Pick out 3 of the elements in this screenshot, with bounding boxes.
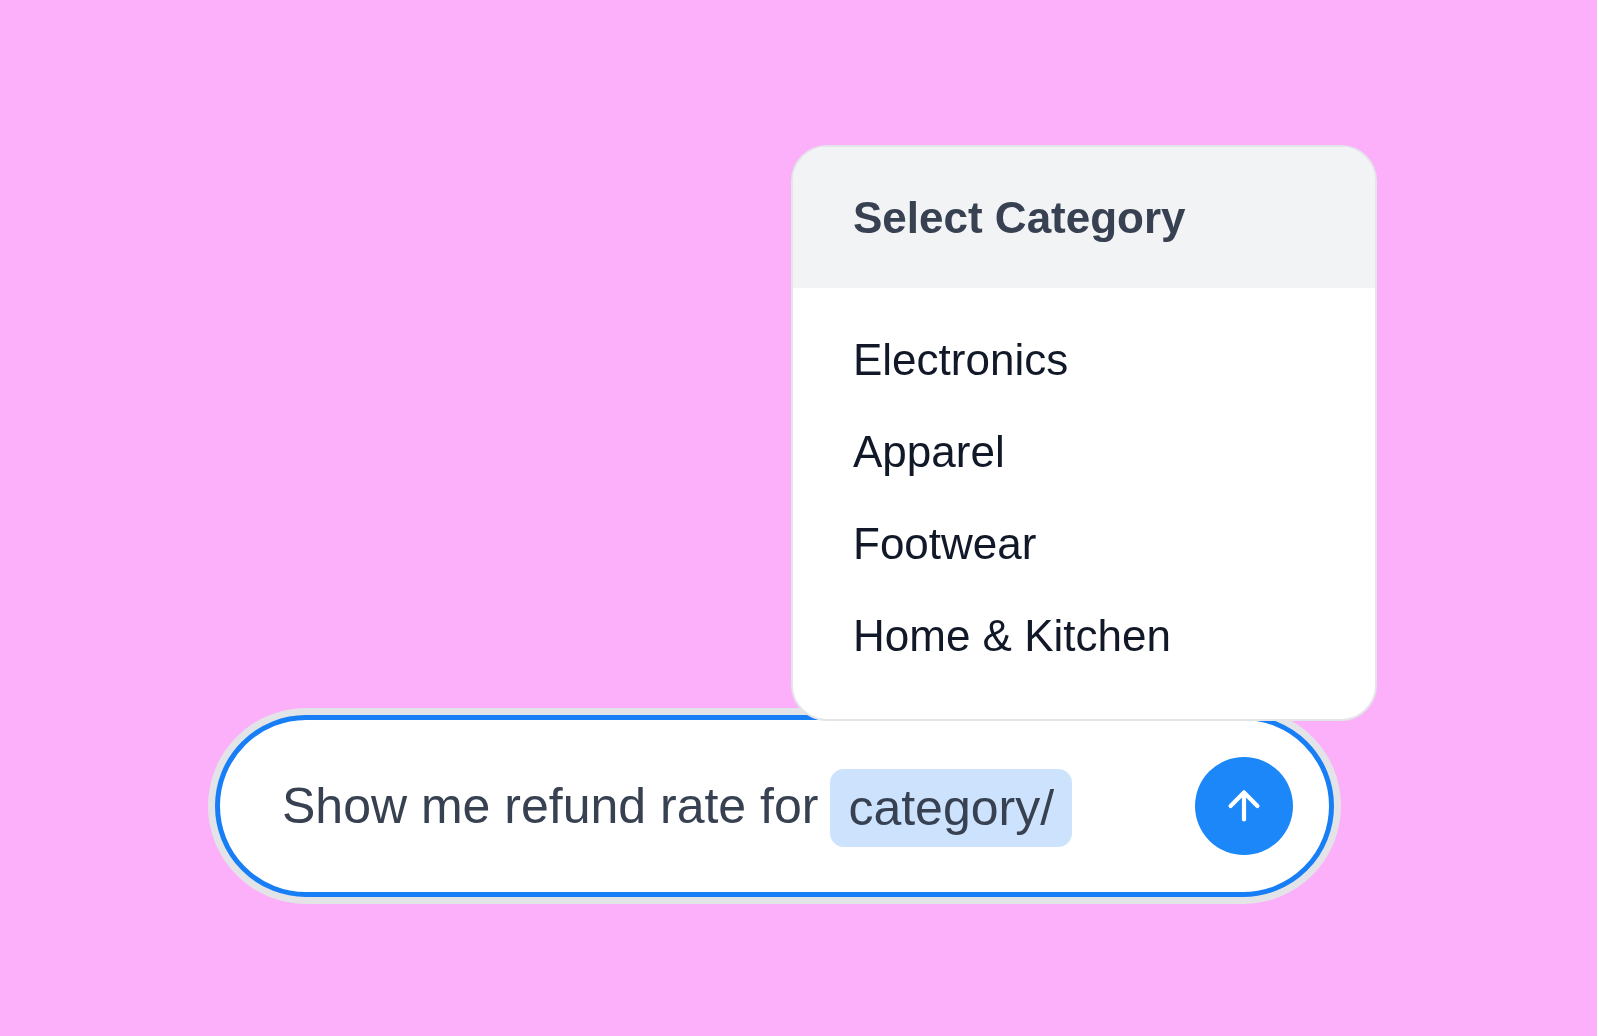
mention-token: category/ [830, 769, 1073, 847]
input-text: Show me refund rate for [282, 781, 819, 831]
dropdown-title: Select Category [853, 195, 1186, 240]
